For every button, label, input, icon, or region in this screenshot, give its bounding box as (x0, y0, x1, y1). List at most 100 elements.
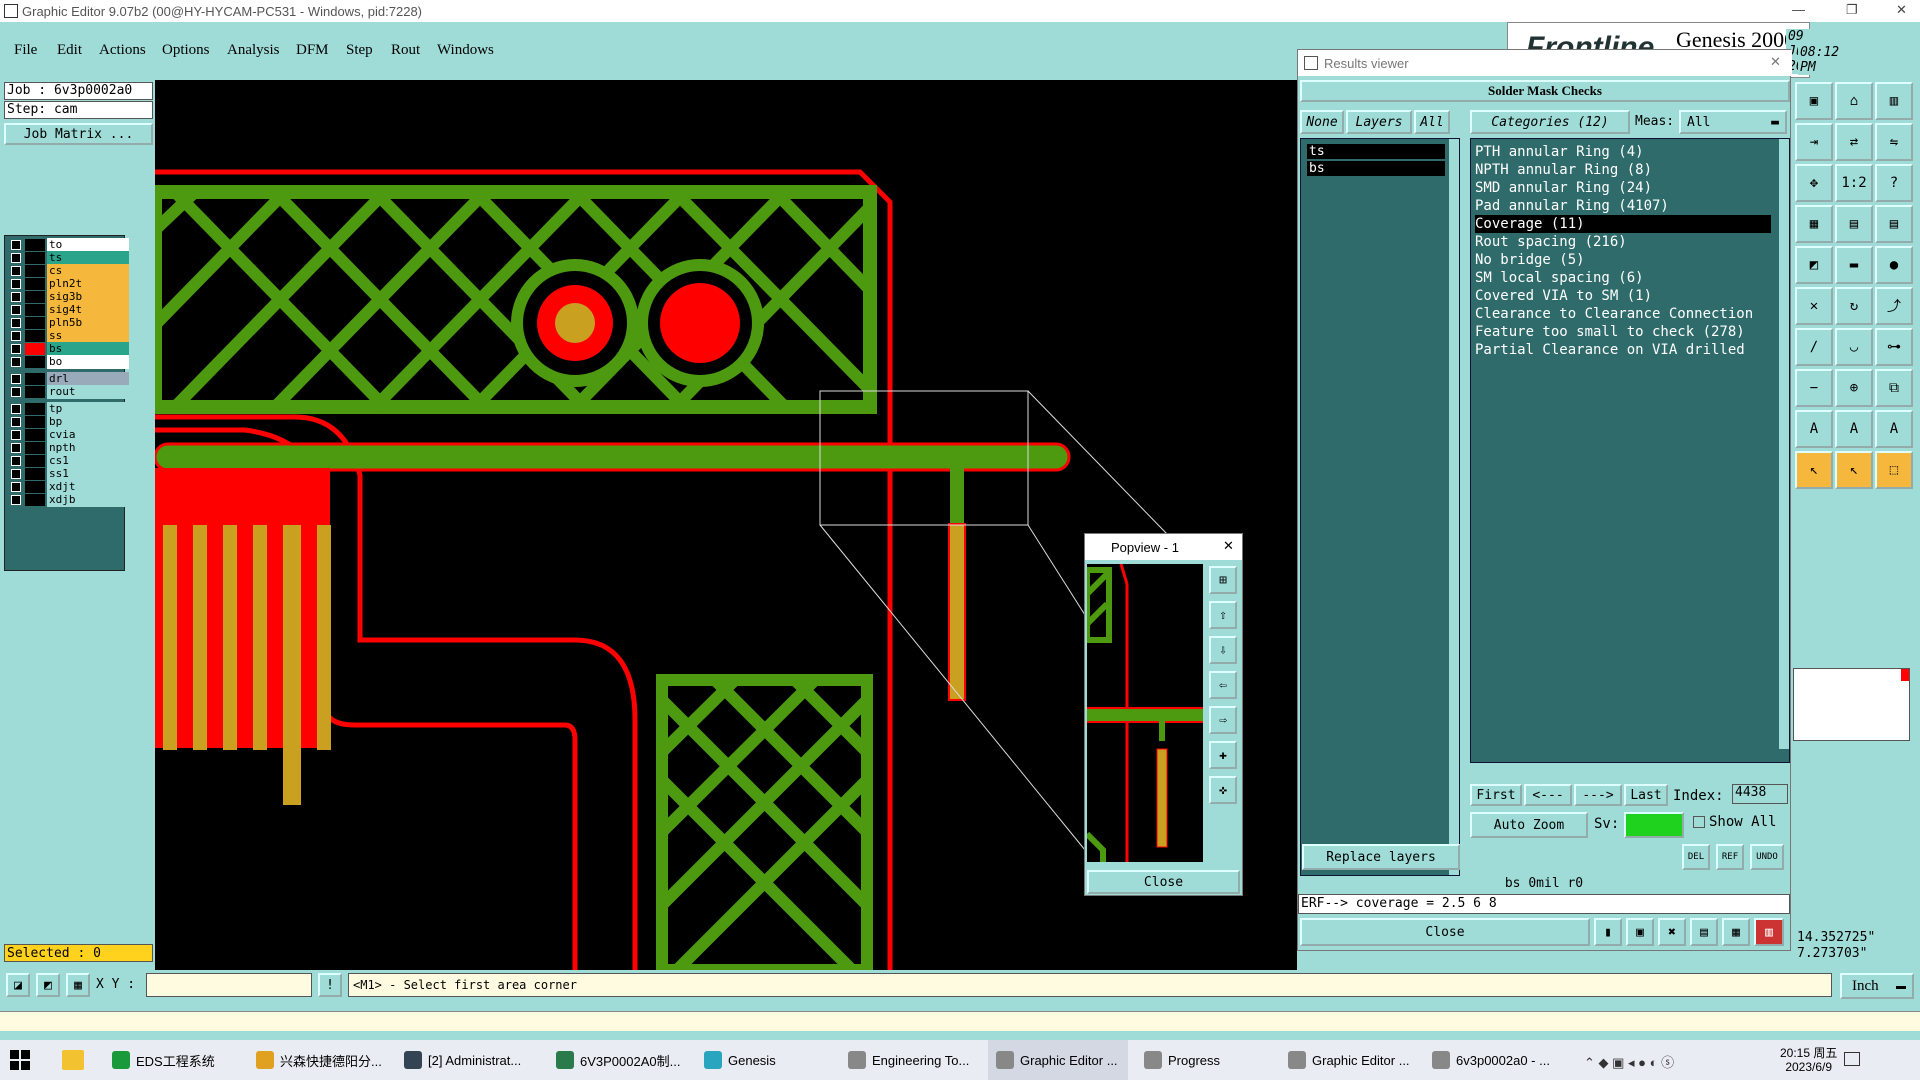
layer-color-swatch[interactable] (25, 481, 45, 493)
rv-layers-button[interactable]: Layers (1346, 110, 1412, 134)
scale-icon[interactable]: 1:2 (1835, 164, 1873, 202)
layer-color-swatch[interactable] (25, 317, 45, 329)
layer-checkbox[interactable] (11, 266, 21, 276)
layer-name[interactable]: pln2t (47, 277, 129, 291)
layer-name[interactable]: sig3b (47, 290, 129, 304)
layer-color-swatch[interactable] (25, 265, 45, 277)
layer-checkbox[interactable] (11, 240, 21, 250)
rv-auto-zoom-button[interactable]: Auto Zoom (1470, 812, 1588, 838)
taskbar-item[interactable]: Engineering To... (840, 1040, 980, 1080)
layer-row-cs[interactable]: cs (7, 264, 129, 278)
rv-category-item[interactable]: Partial Clearance on VIA drilled (1475, 341, 1745, 359)
rv-category-item[interactable]: Clearance to Clearance Connection (1475, 305, 1753, 323)
help-icon[interactable]: ? (1875, 164, 1913, 202)
rv-histogram-icon[interactable]: ▥ (1754, 918, 1784, 946)
results-viewer[interactable]: Results viewer ✕ Solder Mask Checks None… (1297, 49, 1792, 951)
layer-checkbox[interactable] (11, 443, 21, 453)
layer-checkbox[interactable] (11, 253, 21, 263)
taskbar-item[interactable]: 6V3P0002A0制... (548, 1040, 688, 1080)
popview-close-button[interactable]: Close (1087, 870, 1240, 894)
popview-pan-down-icon[interactable]: ⇩ (1209, 636, 1237, 664)
popview-pan-up-icon[interactable]: ⇧ (1209, 601, 1237, 629)
rv-categories-button[interactable]: Categories (12) (1470, 110, 1630, 134)
rv-show-all-checkbox[interactable] (1693, 816, 1705, 828)
layers-blue-icon[interactable]: ▤ (1875, 205, 1913, 243)
line-icon[interactable]: ∕ (1795, 328, 1833, 366)
rv-prev-button[interactable]: <--- (1524, 784, 1572, 806)
connect-icon[interactable]: ⤴ (1875, 287, 1913, 325)
layer-name[interactable]: cs (47, 264, 129, 278)
layer-color-swatch[interactable] (25, 356, 45, 368)
menu-windows[interactable]: Windows (437, 42, 494, 59)
a-outline-icon[interactable]: A (1875, 410, 1913, 448)
save-icon[interactable]: ▣ (1795, 82, 1833, 120)
circle-icon[interactable]: ● (1875, 246, 1913, 284)
rv-category-item[interactable]: SM local spacing (6) (1475, 269, 1644, 287)
menu-options[interactable]: Options (162, 42, 210, 59)
menu-dfm[interactable]: DFM (296, 42, 329, 59)
mirror-icon[interactable]: ⇋ (1875, 123, 1913, 161)
layer-checkbox[interactable] (11, 292, 21, 302)
layer-name[interactable]: cs1 (47, 454, 129, 468)
import-icon[interactable]: ⇥ (1795, 123, 1833, 161)
layer-checkbox[interactable] (11, 469, 21, 479)
rv-category-list[interactable]: PTH annular Ring (4) NPTH annular Ring (8… (1470, 138, 1790, 763)
select-point-icon[interactable]: ↖ (1835, 451, 1873, 489)
copy-icon[interactable]: ⧉ (1875, 369, 1913, 407)
popview-canvas[interactable] (1084, 563, 1203, 862)
file-explorer-icon[interactable] (62, 1050, 84, 1070)
move-icon[interactable]: ✥ (1795, 164, 1833, 202)
taskbar-item[interactable]: [2] Administrat... (396, 1040, 536, 1080)
rv-delete-icon[interactable]: DEL (1682, 844, 1710, 870)
layer-checkbox[interactable] (11, 374, 21, 384)
layer-row-ts[interactable]: ts (7, 251, 129, 265)
layer-checkbox[interactable] (11, 331, 21, 341)
popview-pan-left-icon[interactable]: ⇦ (1209, 671, 1237, 699)
rv-category-item[interactable]: Coverage (11) (1475, 215, 1771, 233)
rv-report-icon[interactable]: ▤ (1690, 918, 1718, 946)
grid-icon[interactable]: ▦ (66, 973, 90, 997)
layer-row-cvia[interactable]: cvia (7, 428, 129, 442)
select-area-icon[interactable]: ⬚ (1875, 451, 1913, 489)
popview-close-icon[interactable]: ✕ (1223, 538, 1234, 554)
system-clock[interactable]: 20:15 周五 2023/6/9 (1780, 1046, 1837, 1074)
rv-index-field[interactable]: 4438 (1732, 784, 1788, 804)
rv-none-button[interactable]: None (1300, 110, 1344, 134)
layer-row-npth[interactable]: npth (7, 441, 129, 455)
layer-name[interactable]: ts (47, 251, 129, 265)
layer-color-swatch[interactable] (25, 403, 45, 415)
rv-layer-item[interactable]: bs (1307, 161, 1445, 176)
rv-category-item[interactable]: PTH annular Ring (4) (1475, 143, 1644, 161)
feature-icon[interactable]: ◩ (1795, 246, 1833, 284)
units-select[interactable]: Inch ▬ (1840, 973, 1914, 999)
layer-row-ss1[interactable]: ss1 (7, 467, 129, 481)
layer-name[interactable]: xdjt (47, 480, 129, 494)
grid-view-icon[interactable]: ▦ (1795, 205, 1833, 243)
menu-analysis[interactable]: Analysis (227, 42, 280, 59)
menu-actions[interactable]: Actions (99, 42, 146, 59)
layer-row-bp[interactable]: bp (7, 415, 129, 429)
taskbar-item[interactable]: Genesis (696, 1040, 836, 1080)
windows-start-icon[interactable] (10, 1050, 30, 1070)
rv-next-button[interactable]: ---> (1574, 784, 1622, 806)
rv-sv-color-select[interactable] (1624, 812, 1684, 838)
rv-category-item[interactable]: Feature too small to check (278) (1475, 323, 1745, 341)
layer-color-swatch[interactable] (25, 386, 45, 398)
layer-name[interactable]: cvia (47, 428, 129, 442)
layer-checkbox[interactable] (11, 357, 21, 367)
layer-name[interactable]: bs (47, 342, 129, 356)
layer-row-ss[interactable]: ss (7, 329, 129, 343)
notification-icon[interactable] (1844, 1052, 1860, 1066)
layout-icon[interactable]: ▥ (1875, 82, 1913, 120)
rv-category-item[interactable]: SMD annular Ring (24) (1475, 179, 1652, 197)
rv-first-button[interactable]: First (1470, 784, 1522, 806)
rv-category-item[interactable]: NPTH annular Ring (8) (1475, 161, 1652, 179)
layer-checkbox[interactable] (11, 387, 21, 397)
layer-row-pln2t[interactable]: pln2t (7, 277, 129, 291)
rv-category-item[interactable]: Rout spacing (216) (1475, 233, 1627, 251)
layer-name[interactable]: rout (47, 385, 129, 399)
pad-icon[interactable]: ⊶ (1875, 328, 1913, 366)
center-icon[interactable]: ⊕ (1835, 369, 1873, 407)
rv-ref-icon[interactable]: REF (1716, 844, 1744, 870)
layer-row-drl[interactable]: drl (7, 372, 129, 386)
